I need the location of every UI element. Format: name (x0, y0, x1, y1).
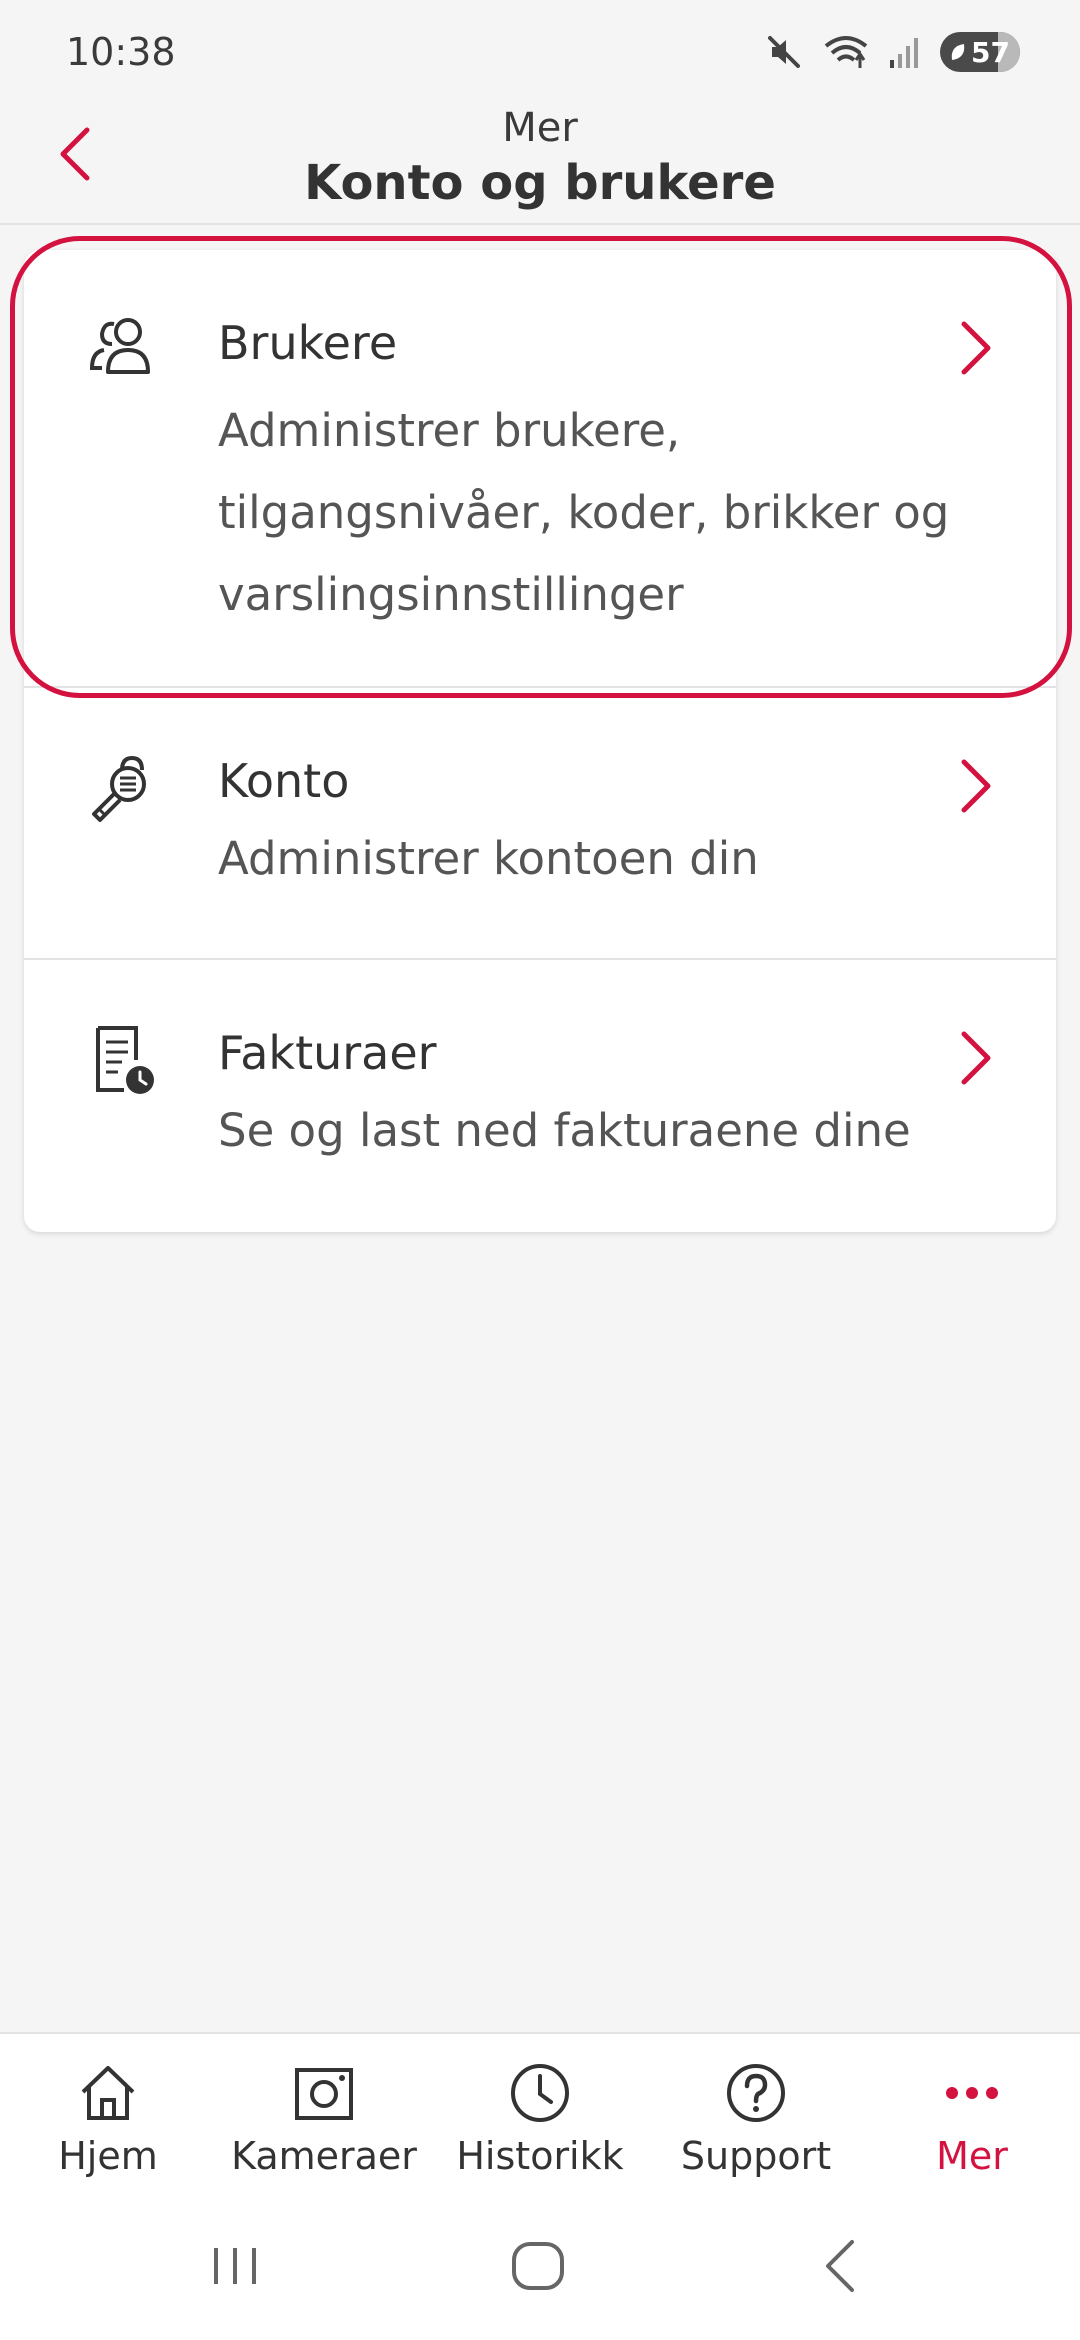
menu-item-brukere[interactable]: Brukere Administrer brukere, tilgangsniv… (24, 250, 1056, 688)
invoice-clock-icon (96, 1026, 154, 1094)
menu-item-title: Fakturaer (218, 1026, 437, 1080)
home-icon (81, 2066, 135, 2120)
description-line: varslingsinnstillinger (218, 568, 684, 621)
status-icons: 57 (764, 30, 1020, 74)
signal-icon (890, 38, 918, 68)
description-line: Se og last ned fakturaene dine (218, 1104, 911, 1157)
camera-icon (295, 2068, 353, 2120)
account-key-icon (92, 755, 146, 822)
page-title: Konto og brukere (304, 155, 776, 211)
chevron-right-icon (961, 1031, 991, 1085)
wifi-icon (824, 36, 868, 68)
help-icon (727, 2064, 785, 2122)
chevron-right-icon (961, 321, 991, 375)
menu-item-title: Konto (218, 754, 350, 808)
menu-item-title: Brukere (218, 316, 398, 370)
bottom-nav: Hjem Kameraer Historikk Support Mer (0, 2032, 1080, 2192)
battery-indicator: 57 (940, 32, 1020, 72)
nav-label: Hjem (58, 2134, 158, 2178)
menu-item-fakturaer[interactable]: Fakturaer Se og last ned fakturaene dine (24, 960, 1056, 1232)
more-dots-icon (946, 2087, 998, 2099)
description-line: tilgangsnivåer, koder, brikker og (218, 486, 950, 539)
system-back-icon[interactable] (820, 2236, 860, 2296)
users-icon (89, 318, 150, 374)
header-subtitle: Mer (502, 105, 578, 151)
menu-item-konto[interactable]: Konto Administrer kontoen din (24, 688, 1056, 960)
description-line: Administrer kontoen din (218, 832, 759, 885)
system-nav-bar (0, 2192, 1080, 2340)
nav-item-kameraer[interactable]: Kameraer (216, 2034, 432, 2192)
app-header: Mer Konto og brukere (0, 105, 1080, 225)
nav-item-support[interactable]: Support (648, 2034, 864, 2192)
mute-icon (768, 36, 800, 68)
chevron-right-icon (961, 759, 991, 813)
home-button-icon[interactable] (510, 2236, 566, 2296)
nav-label: Support (680, 2134, 832, 2178)
nav-label: Kameraer (231, 2134, 417, 2178)
clock-icon (511, 2064, 569, 2122)
battery-level: 57 (971, 35, 1010, 69)
nav-label: Historikk (456, 2134, 624, 2178)
status-time: 10:38 (66, 30, 176, 74)
description-line: Administrer brukere, (218, 404, 681, 457)
power-save-leaf-icon (951, 44, 965, 60)
menu-item-description: Se og last ned fakturaene dine (218, 1090, 966, 1172)
recent-apps-icon[interactable] (210, 2236, 260, 2296)
nav-item-mer[interactable]: Mer (864, 2034, 1080, 2192)
status-bar: 10:38 57 (0, 0, 1080, 105)
nav-label: Mer (936, 2134, 1008, 2178)
nav-item-hjem[interactable]: Hjem (0, 2034, 216, 2192)
menu-item-description: Administrer kontoen din (218, 818, 966, 900)
menu-card: Brukere Administrer brukere, tilgangsniv… (24, 250, 1056, 1232)
nav-item-historikk[interactable]: Historikk (432, 2034, 648, 2192)
menu-item-description: Administrer brukere, tilgangsnivåer, kod… (218, 390, 966, 636)
